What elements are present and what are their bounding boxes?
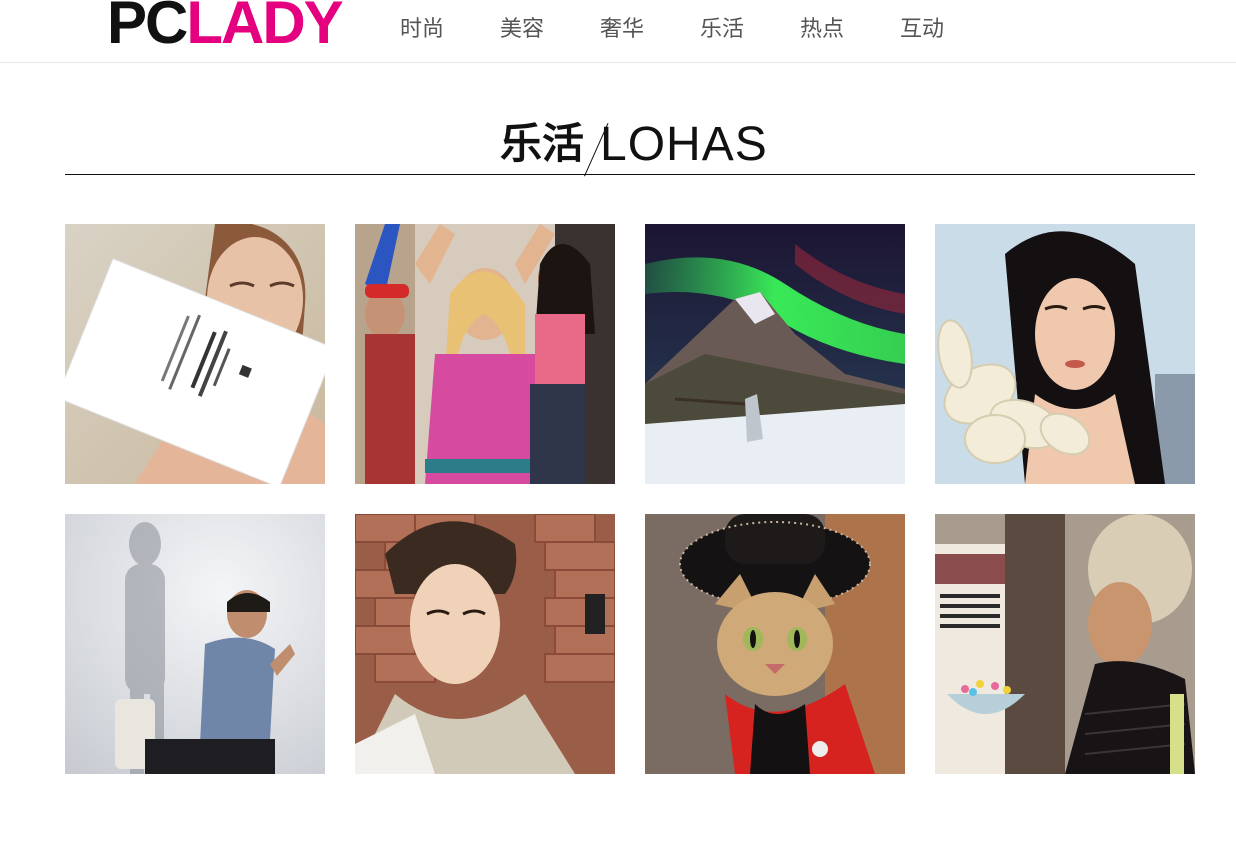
nav-item-interactive[interactable]: 互动	[900, 14, 1000, 46]
young-man-portrait-photo[interactable]	[355, 514, 615, 774]
section-title-cn: 乐活	[500, 119, 585, 168]
section-title-en: LOHAS	[600, 118, 768, 171]
main-nav: 时尚 美容 奢华 乐活 热点 互动	[400, 14, 1000, 46]
site-header: PCLADY 时尚 美容 奢华 乐活 热点 互动	[0, 0, 1236, 63]
cheering-friends-photo[interactable]	[355, 224, 615, 484]
nav-item-fashion[interactable]: 时尚	[400, 14, 500, 46]
woman-with-card-photo[interactable]	[65, 224, 325, 484]
pclady-logo[interactable]: PCLADY	[107, 0, 344, 53]
aurora-mountain-photo[interactable]	[645, 224, 905, 484]
photo-grid	[65, 224, 1195, 774]
woman-with-bowl-photo[interactable]	[935, 514, 1195, 774]
cat-in-hat-photo[interactable]	[645, 514, 905, 774]
thinking-man-photo[interactable]	[65, 514, 325, 774]
nav-item-luxury[interactable]: 奢华	[600, 14, 700, 46]
nav-item-hot[interactable]: 热点	[800, 14, 900, 46]
nav-item-beauty[interactable]: 美容	[500, 14, 600, 46]
nav-item-lohas[interactable]: 乐活	[700, 14, 800, 46]
section-title: 乐活 LOHAS	[65, 112, 1195, 177]
woman-with-flower-photo[interactable]	[935, 224, 1195, 484]
